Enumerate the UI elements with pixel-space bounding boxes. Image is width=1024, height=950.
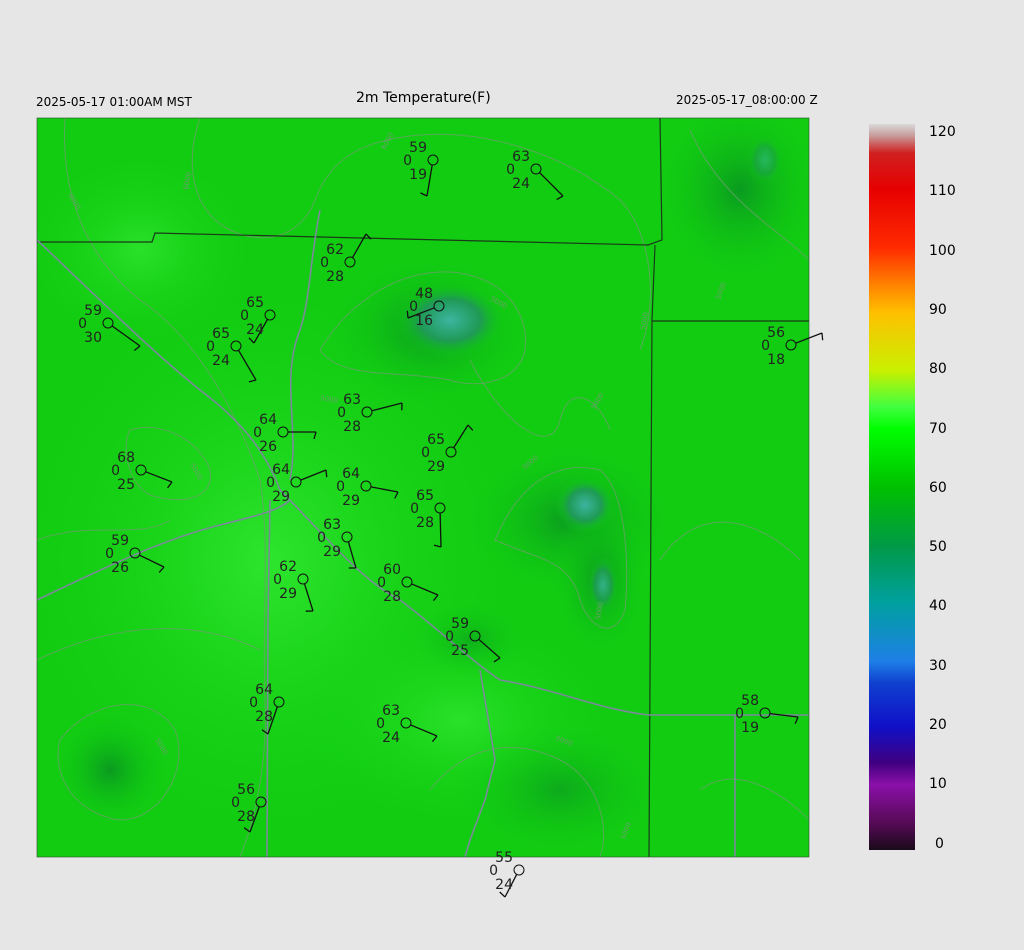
temperature-field: 6000 6000 6000 5000 5000 5000 5000 5000 … bbox=[37, 118, 809, 857]
colorbar-tick-120: 120 bbox=[929, 124, 956, 140]
station-dewpoint: 19 bbox=[741, 720, 759, 736]
station-dewpoint: 29 bbox=[427, 459, 445, 475]
colorbar-tick-90: 90 bbox=[929, 301, 947, 318]
station-dewpoint: 24 bbox=[512, 176, 530, 192]
station-dewpoint: 29 bbox=[279, 586, 297, 602]
station-dewpoint: 24 bbox=[212, 353, 230, 369]
station-dewpoint: 29 bbox=[323, 544, 341, 560]
station-dewpoint: 24 bbox=[495, 877, 513, 893]
station-dewpoint: 24 bbox=[382, 730, 400, 746]
station-dewpoint: 25 bbox=[117, 477, 135, 493]
wind-barb-feather bbox=[821, 332, 824, 341]
station-dewpoint: 24 bbox=[246, 322, 264, 338]
station-dewpoint: 29 bbox=[272, 489, 290, 505]
station-dewpoint: 28 bbox=[237, 809, 255, 825]
colorbar-tick-100: 100 bbox=[929, 242, 956, 259]
station-dewpoint: 19 bbox=[409, 167, 427, 183]
station-dewpoint: 28 bbox=[326, 269, 344, 285]
station-dewpoint: 28 bbox=[416, 515, 434, 531]
station-dewpoint: 29 bbox=[342, 493, 360, 509]
station-dewpoint: 16 bbox=[415, 313, 433, 329]
station-dewpoint: 26 bbox=[111, 560, 129, 576]
wind-barb-feather bbox=[325, 469, 328, 478]
colorbar-tick-50: 50 bbox=[929, 539, 947, 556]
colorbar-tick-0: 0 bbox=[935, 835, 944, 852]
station-dewpoint: 28 bbox=[255, 709, 273, 725]
colorbar-tick-60: 60 bbox=[929, 479, 947, 496]
station-circle bbox=[513, 864, 525, 876]
station-dewpoint: 30 bbox=[84, 330, 102, 346]
colorbar-tick-10: 10 bbox=[929, 776, 947, 793]
wind-barb-feather bbox=[406, 310, 409, 319]
wind-barb-staff bbox=[439, 512, 442, 548]
station-dewpoint: 18 bbox=[767, 352, 785, 368]
station-dewpoint: 26 bbox=[259, 439, 277, 455]
temperature-colorbar bbox=[869, 124, 915, 850]
station-dewpoint: 25 bbox=[451, 643, 469, 659]
station-dewpoint: 28 bbox=[383, 589, 401, 605]
colorbar-tick-70: 70 bbox=[929, 420, 947, 437]
colorbar-tick-80: 80 bbox=[929, 361, 947, 378]
station-dewpoint: 28 bbox=[343, 419, 361, 435]
colorbar-tick-110: 110 bbox=[929, 183, 956, 200]
colorbar-tick-20: 20 bbox=[929, 717, 947, 733]
colorbar-tick-30: 30 bbox=[929, 657, 947, 674]
colorbar-tick-40: 40 bbox=[929, 598, 947, 615]
